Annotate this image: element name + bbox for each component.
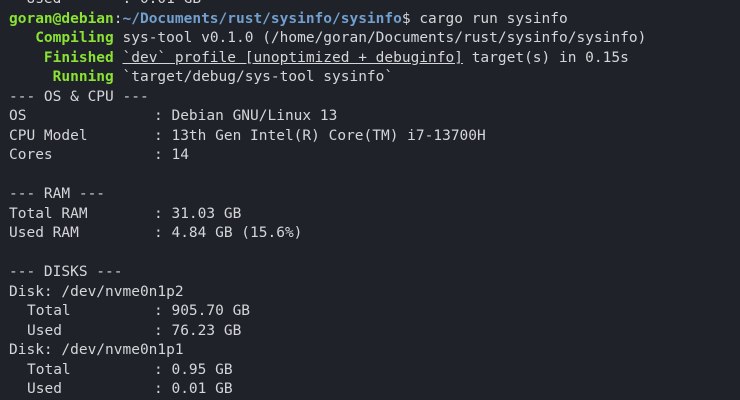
cargo-running-line: Running `target/debug/sys-tool sysinfo` <box>9 68 739 88</box>
cargo-status-compiling: Compiling <box>35 30 114 46</box>
disk-title: Disk: /dev/nvme0n1p1 <box>9 342 184 358</box>
cores-sep: : <box>154 147 172 163</box>
cargo-finished-line: Finished `dev` profile [unoptimized + de… <box>9 49 739 69</box>
cargo-profile-text: `dev` profile [unoptimized + debuginfo] <box>122 49 463 66</box>
total-ram-row: Total RAM: 31.03 GB <box>9 205 739 225</box>
used-ram-sep: : <box>154 225 172 241</box>
os-sep: : <box>154 108 172 124</box>
cargo-running-text: `target/debug/sys-tool sysinfo` <box>122 69 394 85</box>
clipped-output-line: Used : 0.01 GB <box>9 0 739 10</box>
cpu-model-value: 13th Gen Intel(R) Core(TM) i7-13700H <box>171 127 486 144</box>
disk-used-value: : 76.23 GB <box>154 322 242 339</box>
cargo-status-running: Running <box>52 69 114 85</box>
cpu-model-sep: : <box>154 127 172 144</box>
disk-total-row: Total : 905.70 GB <box>9 302 739 322</box>
cores-label: Cores <box>9 147 53 163</box>
cpu-model-label: CPU Model <box>9 127 88 144</box>
os-cpu-header: --- OS & CPU --- <box>9 88 149 105</box>
prompt-path: ~/Documents/rust/sysinfo/sysinfo <box>122 10 402 27</box>
disk-total-label: Total <box>27 361 71 378</box>
os-row: OS: Debian GNU/Linux 13 <box>9 107 739 127</box>
disk-title: Disk: /dev/nvme0n1p2 <box>9 283 184 300</box>
total-ram-value: 31.03 GB <box>171 205 242 222</box>
terminal-window[interactable]: Used : 0.01 GB goran@debian:~/Documents/… <box>0 0 740 400</box>
disk-total-value: : 905.70 GB <box>154 303 251 319</box>
os-value: Debian GNU/Linux 13 <box>171 108 338 124</box>
total-ram-sep: : <box>154 205 172 222</box>
cores-row: Cores: 14 <box>9 146 739 166</box>
disk-used-label: Used <box>27 322 62 339</box>
prompt-symbol: $ <box>401 10 411 27</box>
disk-total-value: : 0.95 GB <box>154 361 233 378</box>
os-label: OS <box>9 108 27 124</box>
disk-total-label: Total <box>27 303 71 319</box>
cargo-compiling-text: sys-tool v0.1.0 (/home/goran/Documents/r… <box>122 30 647 46</box>
cargo-compiling-line: Compiling sys-tool v0.1.0 (/home/goran/D… <box>9 29 739 49</box>
used-ram-value: 4.84 GB (15.6%) <box>171 225 303 241</box>
prompt-user-host: goran@debian <box>9 10 114 27</box>
prompt-separator: : <box>113 10 123 27</box>
cargo-finished-text: target(s) in 0.15s <box>462 49 629 66</box>
terminal-output: Used : 0.01 GB goran@debian:~/Documents/… <box>9 0 739 400</box>
cpu-model-row: CPU Model: 13th Gen Intel(R) Core(TM) i7… <box>9 127 739 147</box>
disk-used-row: Used : 0.01 GB <box>9 380 739 400</box>
cores-value: 14 <box>171 147 189 163</box>
disk-used-value: : 0.01 GB <box>154 381 233 397</box>
ram-header: --- RAM --- <box>9 186 106 202</box>
used-ram-label: Used RAM <box>9 225 79 241</box>
disk-used-label: Used <box>27 381 62 397</box>
used-ram-row: Used RAM: 4.84 GB (15.6%) <box>9 224 739 244</box>
disk-total-row: Total : 0.95 GB <box>9 361 739 381</box>
total-ram-label: Total RAM <box>9 205 88 222</box>
command-prompt-line: goran@debian:~/Documents/rust/sysinfo/sy… <box>9 10 739 30</box>
cargo-status-finished: Finished <box>43 49 114 66</box>
disks-header: --- DISKS --- <box>9 264 123 280</box>
entered-command: cargo run sysinfo <box>410 10 568 27</box>
disk-used-row: Used : 76.23 GB <box>9 322 739 342</box>
